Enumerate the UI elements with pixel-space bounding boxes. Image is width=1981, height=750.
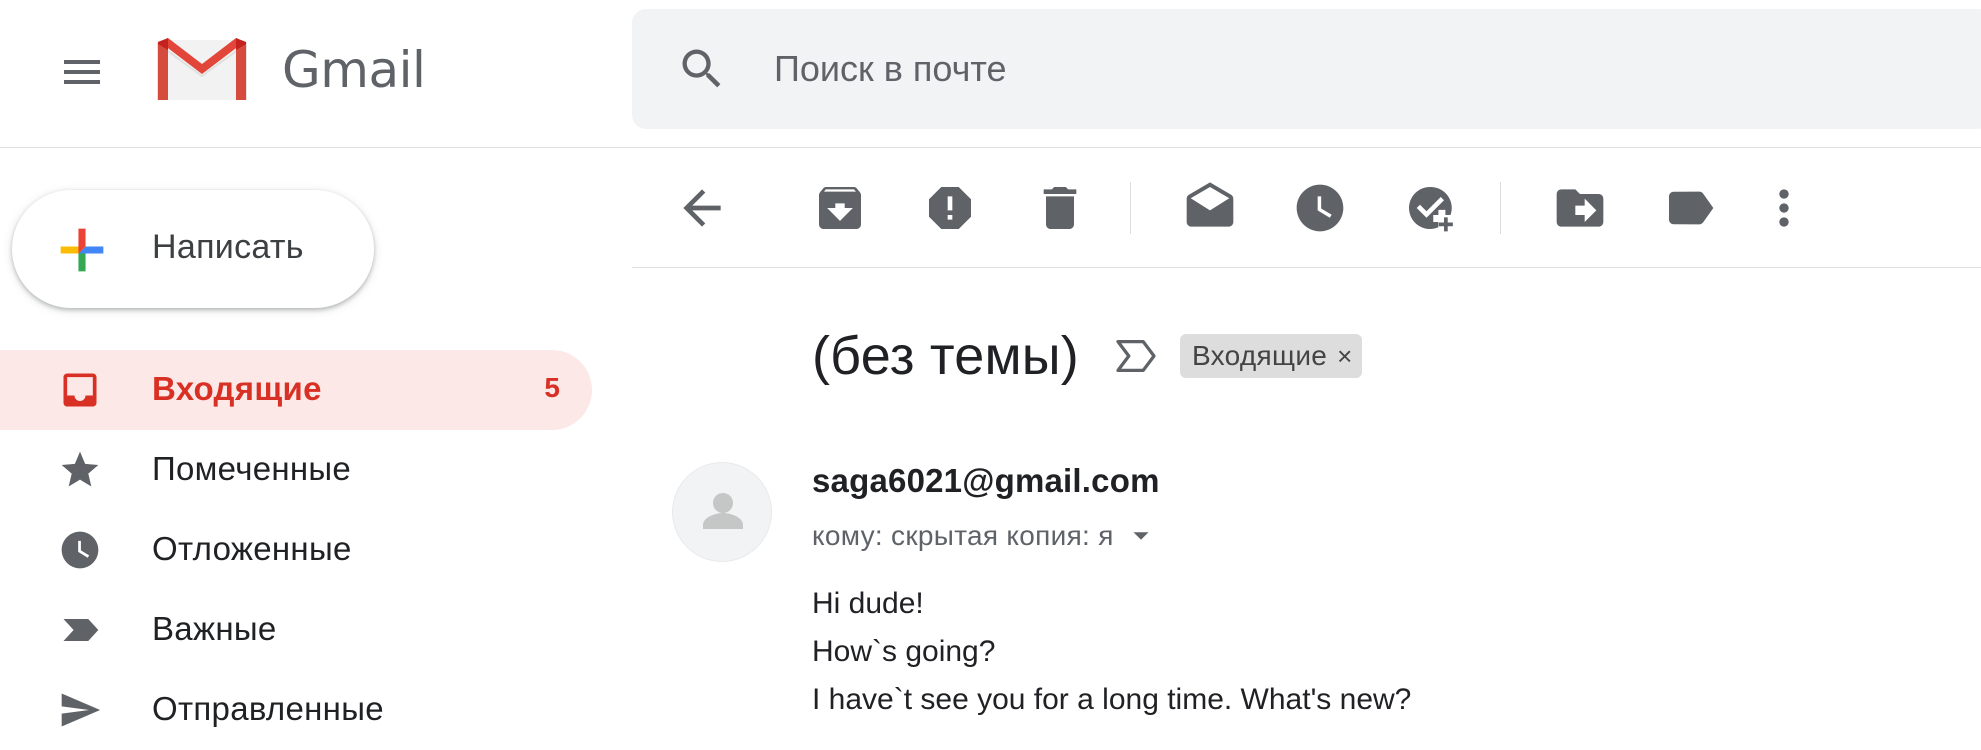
default-avatar-icon [703, 493, 743, 529]
toolbar-divider [1500, 182, 1501, 234]
label-button[interactable] [1662, 180, 1718, 236]
move-to-icon [1556, 189, 1604, 227]
unread-count-badge: 5 [544, 372, 560, 403]
sidebar-item-inbox[interactable]: Входящие 5 [0, 350, 592, 430]
top-header: Gmail [0, 0, 1981, 148]
search-bar[interactable] [632, 9, 1981, 129]
archive-icon [819, 187, 861, 229]
sidebar-item-label: Помеченные [152, 450, 352, 487]
gmail-logo-icon [157, 38, 247, 100]
archive-button[interactable] [812, 180, 868, 236]
back-button[interactable] [674, 180, 730, 236]
label-chip-inbox: Входящие × [1180, 334, 1363, 378]
delete-button[interactable] [1032, 180, 1088, 236]
more-vert-icon [1779, 189, 1789, 227]
importance-marker-icon[interactable] [1114, 338, 1158, 374]
message-body: Hi dude! How`s going? I have`t see you f… [812, 580, 1411, 724]
delete-icon [1043, 187, 1077, 229]
sidebar-item-important[interactable]: Важные [0, 590, 592, 670]
recipients-text: кому: скрытая копия: я [812, 520, 1114, 551]
sidebar-nav: Входящие 5 Помеченные Отложенные Важные [0, 350, 592, 750]
sidebar-item-snoozed[interactable]: Отложенные [0, 510, 592, 590]
clock-icon [61, 531, 99, 569]
recipients-line: кому: скрытая копия: я [812, 520, 1156, 552]
message-subject: (без темы) [812, 326, 1079, 386]
message-body-line: How`s going? [812, 635, 996, 668]
compose-button[interactable]: Написать [12, 190, 374, 308]
toolbar-divider [1130, 182, 1131, 234]
mark-unread-icon [1186, 182, 1234, 227]
more-options-button[interactable] [1756, 180, 1812, 236]
sender-avatar[interactable] [672, 462, 772, 562]
move-to-button[interactable] [1552, 180, 1608, 236]
compose-label: Написать [152, 228, 304, 266]
dropdown-arrow-icon[interactable] [1126, 521, 1156, 551]
report-spam-icon [929, 187, 971, 229]
star-icon [61, 451, 99, 487]
sidebar-item-label: Отправленные [152, 690, 384, 727]
search-input[interactable] [774, 9, 1874, 129]
add-to-tasks-icon [1409, 186, 1453, 232]
send-icon [61, 693, 101, 727]
sidebar-item-sent[interactable]: Отправленные [0, 670, 592, 750]
plus-icon [60, 228, 104, 272]
main-menu-button[interactable] [50, 40, 114, 104]
important-icon [63, 619, 99, 641]
message-toolbar [632, 148, 1981, 268]
sidebar-item-label: Отложенные [152, 530, 352, 567]
back-arrow-icon [683, 189, 721, 227]
report-spam-button[interactable] [922, 180, 978, 236]
sidebar-item-starred[interactable]: Помеченные [0, 430, 592, 510]
gmail-logo-text[interactable]: Gmail [282, 36, 426, 104]
sender-email[interactable]: saga6021@gmail.com [812, 462, 1160, 500]
sidebar-item-label: Входящие [152, 370, 322, 407]
sidebar-item-label: Важные [152, 610, 277, 647]
message-body-line: I have`t see you for a long time. What's… [812, 683, 1412, 716]
label-chip-text: Входящие [1192, 340, 1328, 371]
snooze-button[interactable] [1292, 180, 1348, 236]
inbox-icon [63, 373, 97, 407]
label-icon [1669, 191, 1714, 225]
search-icon[interactable] [676, 43, 728, 95]
snooze-icon [1296, 184, 1344, 232]
add-to-tasks-button[interactable] [1402, 180, 1458, 236]
gmail-logo[interactable] [154, 34, 250, 106]
remove-label-button[interactable]: × [1337, 343, 1352, 369]
hamburger-menu-icon [64, 60, 100, 84]
gmail-app: Gmail Написать Входящие 5 [0, 0, 1981, 750]
message-body-line: Hi dude! [812, 587, 924, 620]
mark-unread-button[interactable] [1182, 180, 1238, 236]
